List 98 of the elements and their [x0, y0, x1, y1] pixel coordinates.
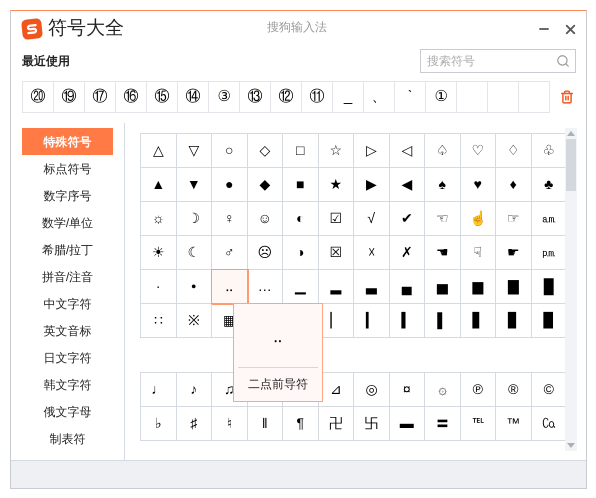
symbol-cell[interactable]: ∷ — [141, 304, 176, 338]
symbol-cell[interactable]: ▽ — [176, 134, 212, 168]
symbol-cell[interactable]: ☺ — [248, 202, 283, 236]
category-item[interactable]: 英文音标 — [22, 317, 113, 344]
symbol-cell[interactable]: ◇ — [248, 134, 283, 168]
symbol-cell[interactable]: ¶ — [283, 407, 318, 441]
symbol-cell[interactable]: ♠ — [425, 168, 460, 202]
symbol-cell[interactable]: ▅ — [425, 270, 460, 304]
symbol-cell[interactable]: ◁ — [390, 134, 425, 168]
scroll-thumb[interactable] — [566, 139, 576, 191]
symbol-cell[interactable]: ☾ — [176, 236, 212, 270]
symbol-cell[interactable]: ◑ — [283, 236, 318, 270]
scrollbar[interactable] — [565, 128, 577, 451]
symbol-cell[interactable]: ♯ — [176, 407, 212, 441]
symbol-cell[interactable]: ♭ — [141, 407, 176, 441]
window-title: 符号大全 — [48, 16, 124, 41]
symbol-cell[interactable]: ※ — [176, 304, 212, 338]
symbol-cell[interactable]: 〓 — [425, 407, 460, 441]
symbol-cell[interactable]: ▎ — [354, 304, 390, 338]
app-name: 搜狗输入法 — [267, 19, 327, 36]
symbol-cell[interactable]: ▊ — [496, 304, 532, 338]
symbol-cell[interactable]: ☜ — [425, 202, 460, 236]
symbol-cell[interactable]: ♮ — [212, 407, 248, 441]
symbol-cell[interactable]: ℗ — [460, 373, 496, 407]
symbol-cell[interactable]: ☹ — [248, 236, 283, 270]
symbol-cell[interactable]: ▃ — [354, 270, 390, 304]
symbol-cell[interactable]: ‖ — [248, 407, 283, 441]
scroll-down-icon — [567, 443, 575, 448]
category-item[interactable]: 数字序号 — [22, 182, 113, 209]
symbol-cell[interactable]: ℡ — [460, 407, 496, 441]
symbol-cell[interactable]: ‥ — [212, 270, 248, 304]
category-item[interactable]: 日文字符 — [22, 344, 113, 371]
symbol-cell[interactable]: ○ — [212, 134, 248, 168]
symbol-cell[interactable]: ◆ — [248, 168, 283, 202]
symbol-cell[interactable]: ▋ — [460, 304, 496, 338]
tooltip-symbol: ‥ — [274, 328, 282, 348]
symbol-cell[interactable]: ✗ — [390, 236, 425, 270]
symbol-cell[interactable]: ▼ — [176, 168, 212, 202]
symbol-cell[interactable]: ◐ — [283, 202, 318, 236]
symbol-cell[interactable]: ☛ — [496, 236, 532, 270]
logo-icon — [21, 18, 43, 40]
symbol-cell[interactable]: ✔ — [390, 202, 425, 236]
symbol-cell[interactable]: ☆ — [318, 134, 354, 168]
symbol-cell[interactable]: 卍 — [318, 407, 354, 441]
category-item[interactable]: 制表符 — [22, 425, 113, 452]
symbol-cell[interactable]: ♦ — [496, 168, 532, 202]
section-title: 最近使用 — [22, 53, 70, 70]
symbol-cell[interactable]: ☟ — [460, 236, 496, 270]
symbol-cell[interactable]: ▇ — [496, 270, 532, 304]
symbol-cell[interactable]: ☀ — [141, 236, 176, 270]
symbol-cell[interactable]: ▶ — [354, 168, 390, 202]
category-item[interactable]: 拼音/注音 — [22, 263, 113, 290]
symbol-cell[interactable]: ◀ — [390, 168, 425, 202]
symbol-cell[interactable]: ★ — [318, 168, 354, 202]
symbol-cell[interactable]: √ — [354, 202, 390, 236]
symbol-cell[interactable]: ♢ — [496, 134, 532, 168]
symbol-cell[interactable]: ▬ — [390, 407, 425, 441]
symbol-cell[interactable]: △ — [141, 134, 176, 168]
symbol-cell[interactable]: ● — [212, 168, 248, 202]
symbol-cell[interactable]: □ — [283, 134, 318, 168]
symbol-cell[interactable]: ◎ — [354, 373, 390, 407]
symbol-cell[interactable]: ♀ — [212, 202, 248, 236]
category-item[interactable]: 数学/单位 — [22, 209, 113, 236]
symbol-cell[interactable]: ۞ — [425, 373, 460, 407]
symbol-cell[interactable]: · — [141, 270, 176, 304]
symbol-cell[interactable]: ▲ — [141, 168, 176, 202]
scroll-up-icon — [567, 131, 575, 136]
symbol-cell[interactable]: ▄ — [390, 270, 425, 304]
symbol-cell[interactable]: ™ — [496, 407, 532, 441]
symbol-cell[interactable]: ☓ — [354, 236, 390, 270]
symbol-cell[interactable]: ☑ — [318, 202, 354, 236]
symbol-cell[interactable]: ☼ — [141, 202, 176, 236]
symbol-cell[interactable]: ☚ — [425, 236, 460, 270]
symbol-cell[interactable]: ☽ — [176, 202, 212, 236]
search-icon[interactable] — [556, 54, 570, 68]
symbol-cell[interactable]: ¤ — [390, 373, 425, 407]
symbol-cell[interactable]: ▆ — [460, 270, 496, 304]
symbol-cell[interactable]: ® — [496, 373, 532, 407]
symbol-cell[interactable]: 卐 — [354, 407, 390, 441]
category-item[interactable]: 中文字符 — [22, 290, 113, 317]
symbol-cell[interactable]: ☒ — [318, 236, 354, 270]
symbol-cell[interactable]: ♡ — [460, 134, 496, 168]
category-item[interactable]: 韩文字符 — [22, 371, 113, 398]
symbol-cell[interactable]: ▌ — [425, 304, 460, 338]
trash-icon[interactable] — [560, 89, 574, 105]
symbol-cell[interactable]: ♪ — [176, 373, 212, 407]
symbol-cell[interactable]: ▷ — [354, 134, 390, 168]
category-item[interactable]: 俄文字母 — [22, 398, 113, 425]
symbol-cell[interactable]: ♩ — [141, 373, 176, 407]
symbol-cell[interactable]: ▍ — [390, 304, 425, 338]
search-field[interactable]: 搜索符号 — [420, 49, 576, 73]
symbol-cell[interactable]: ♥ — [460, 168, 496, 202]
category-item[interactable]: 标点符号 — [22, 155, 113, 182]
symbol-cell[interactable]: ■ — [283, 168, 318, 202]
symbol-cell[interactable]: ♤ — [425, 134, 460, 168]
category-item[interactable]: 希腊/拉丁 — [22, 236, 113, 263]
symbol-cell[interactable]: ☞ — [496, 202, 532, 236]
tooltip-label: 二点前导符 — [248, 376, 308, 393]
